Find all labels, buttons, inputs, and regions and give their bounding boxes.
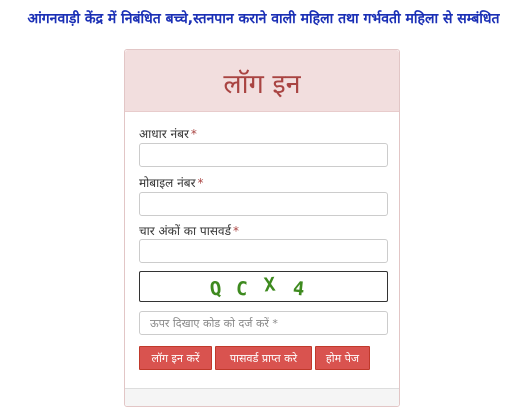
- page-title: आंगनवाड़ी केंद्र में निबंधित बच्चे,स्तनप…: [27, 11, 500, 27]
- login-heading: लॉग इन: [223, 69, 301, 100]
- required-mark: *: [233, 224, 240, 238]
- aadhaar-label-text: आधार नंबर: [139, 127, 189, 141]
- password-label-text: चार अंकों का पासवर्ड: [139, 224, 232, 238]
- password-input[interactable]: [139, 239, 388, 263]
- mobile-label-text: मोबाइल नंबर: [139, 176, 196, 190]
- login-panel-heading: लॉग इन: [125, 50, 399, 112]
- mobile-input[interactable]: [139, 192, 388, 216]
- captcha-char: X: [263, 273, 277, 297]
- captcha-input[interactable]: [139, 311, 388, 335]
- mobile-label: मोबाइल नंबर *: [139, 174, 204, 191]
- captcha-char: 4: [291, 277, 306, 301]
- captcha-char: C: [235, 277, 249, 301]
- captcha-image: Q C X 4: [139, 271, 388, 302]
- aadhaar-label: आधार नंबर *: [139, 125, 197, 142]
- required-mark: *: [190, 127, 197, 141]
- home-page-button[interactable]: होम पेज: [315, 346, 370, 370]
- page: आंगनवाड़ी केंद्र में निबंधित बच्चे,स्तनप…: [0, 0, 527, 416]
- get-password-button[interactable]: पासवर्ड प्राप्त करे: [215, 346, 312, 370]
- aadhaar-input[interactable]: [139, 143, 388, 167]
- login-panel-footer: [125, 388, 399, 406]
- required-mark: *: [197, 176, 204, 190]
- password-label: चार अंकों का पासवर्ड *: [139, 222, 239, 239]
- login-panel: लॉग इन आधार नंबर * मोबाइल नंबर * चार अंकों…: [124, 49, 400, 407]
- captcha-char: Q: [208, 277, 223, 301]
- login-button[interactable]: लॉग इन करें: [139, 346, 212, 370]
